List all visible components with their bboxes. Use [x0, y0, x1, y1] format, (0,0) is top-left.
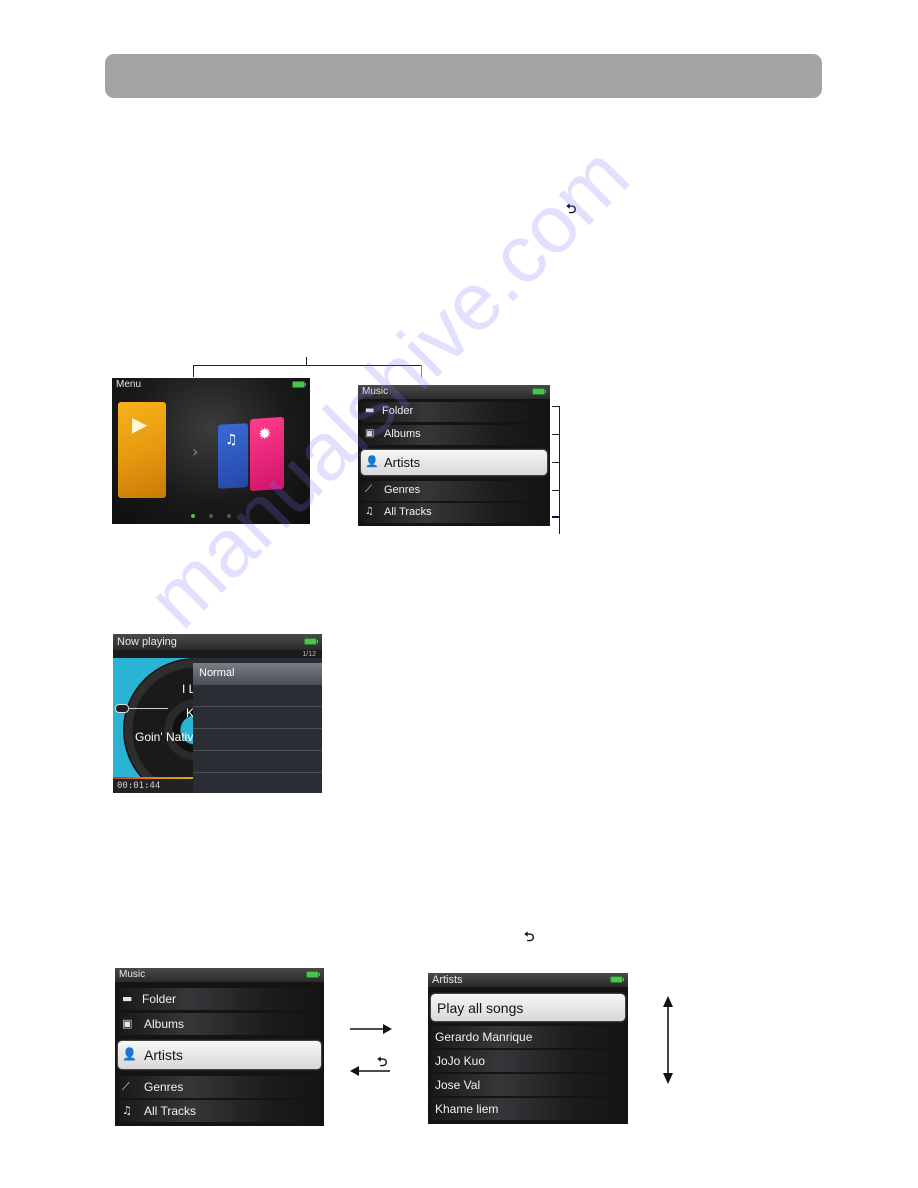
list-item-albums[interactable]: ▣ Albums [361, 425, 547, 445]
popup-option[interactable] [193, 751, 322, 773]
list-item-label: JoJo Kuo [435, 1054, 486, 1068]
folder-icon: ▬ [122, 992, 133, 1005]
popup-option[interactable] [193, 729, 322, 751]
guitar-icon: ⟋ [365, 484, 372, 495]
list-item-all-tracks[interactable]: ♫ All Tracks [361, 503, 547, 523]
list-item-label: Play all songs [437, 1000, 524, 1016]
list-item-folder[interactable]: ▬ Folder [361, 402, 547, 422]
popup-option[interactable] [193, 685, 322, 707]
now-playing-title: Now playing [113, 634, 322, 650]
page-dot [227, 514, 231, 518]
battery-icon [307, 972, 320, 977]
list-item-label: Albums [384, 428, 421, 440]
callout-tick [552, 462, 560, 463]
guitar-icon: ⟋ [122, 1080, 130, 1093]
music-title: Music [358, 385, 550, 399]
list-item-label: Albums [144, 1017, 185, 1031]
np-info-strip [113, 650, 322, 658]
list-item-label: Genres [384, 484, 421, 496]
bracket-left-leg [193, 365, 194, 377]
list-item-genres[interactable]: ⟋ Genres [118, 1076, 321, 1098]
music-screen-top: Music ▬ Folder ▣ Albums 👤 Artists ⟋ Genr… [358, 385, 550, 526]
callout-tick [552, 434, 560, 435]
list-item-artists[interactable]: 👤 Artists [361, 450, 547, 475]
navigation-arrows [350, 1024, 392, 1076]
list-item-albums[interactable]: ▣ Albums [118, 1013, 321, 1035]
album-icon: ▣ [365, 428, 375, 439]
music-note-icon: ♫ [122, 1104, 132, 1117]
music-note-icon: ♫ [225, 431, 238, 449]
callout-vertical-line [559, 406, 560, 534]
music-note-icon: ♫ [365, 506, 374, 517]
artist-icon: 👤 [365, 455, 379, 468]
artists-title: Artists [428, 973, 628, 987]
list-item-folder[interactable]: ▬ Folder [118, 988, 321, 1010]
list-item-label: Gerardo Manrique [435, 1030, 533, 1044]
list-item-all-tracks[interactable]: ♫ All Tracks [118, 1100, 321, 1122]
back-arrow-icon: ⮌ [566, 202, 577, 217]
list-item-label: Jose Val [435, 1078, 481, 1092]
list-item-label: Folder [382, 405, 414, 417]
list-item-artist[interactable]: JoJo Kuo [431, 1050, 625, 1072]
page-dot [209, 514, 213, 518]
bracket-stem [306, 357, 307, 365]
page-dot-active [191, 514, 195, 518]
artists-screen: Artists Play all songs Gerardo Manrique … [428, 973, 628, 1124]
callout-tick [552, 406, 560, 407]
battery-icon [533, 389, 546, 394]
page-indicator [112, 514, 310, 518]
menu-card-music[interactable]: ♫ [218, 423, 248, 489]
forward-arrow-icon [350, 1024, 392, 1034]
popup-option-normal[interactable]: Normal [193, 663, 322, 685]
menu-card-play[interactable]: ▶ [118, 402, 166, 498]
battery-icon [305, 639, 318, 644]
play-mode-popup: Normal [193, 658, 322, 793]
album-fragment: Goin' Nativ [135, 730, 194, 744]
callout-tick [552, 516, 560, 518]
popup-option[interactable] [193, 773, 322, 793]
popup-option[interactable] [193, 707, 322, 729]
list-item-label: Artists [144, 1047, 183, 1063]
list-item-artists[interactable]: 👤 Artists [118, 1041, 321, 1069]
list-item-label: All Tracks [144, 1104, 197, 1118]
callout-tick [552, 490, 560, 491]
slider-knob[interactable] [115, 704, 129, 713]
slider-line [128, 708, 168, 709]
back-arrow-icon: ⮌ [524, 930, 535, 945]
battery-icon [293, 382, 306, 387]
bracket-horizontal [193, 365, 422, 366]
album-icon: ▣ [122, 1017, 133, 1030]
battery-icon [611, 977, 624, 982]
list-item-artist[interactable]: Khame liem [431, 1098, 625, 1120]
list-item-artist[interactable]: Gerardo Manrique [431, 1026, 625, 1048]
music-title: Music [115, 968, 324, 982]
scroll-up-down-arrow-icon [663, 996, 673, 1084]
menu-card-settings[interactable]: ✹ [250, 416, 284, 492]
artist-icon: 👤 [122, 1047, 137, 1061]
list-item-label: Folder [142, 992, 177, 1006]
music-screen-bottom: Music ▬ Folder ▣ Albums 👤 Artists ⟋ Genr… [115, 968, 324, 1126]
gear-icon: ✹ [258, 423, 272, 444]
chevron-right-icon: › [192, 442, 199, 461]
list-item-label: All Tracks [384, 506, 432, 518]
play-icon: ▶ [132, 412, 148, 436]
menu-title: Menu [116, 379, 142, 390]
list-item-label: Khame liem [435, 1102, 499, 1116]
menu-screen: Menu ▶ › ♫ ✹ [112, 378, 310, 524]
list-item-label: Artists [384, 455, 421, 470]
bracket-right-leg [421, 365, 422, 377]
elapsed-time: 00:01:44 [113, 779, 197, 793]
list-item-play-all-songs[interactable]: Play all songs [431, 994, 625, 1021]
list-item-artist[interactable]: Jose Val [431, 1074, 625, 1096]
track-counter: 1/12 [302, 651, 316, 658]
back-button-icon: ⮌ [377, 1055, 388, 1070]
list-item-label: Genres [144, 1080, 184, 1094]
folder-icon: ▬ [365, 405, 375, 416]
list-item-genres[interactable]: ⟋ Genres [361, 481, 547, 501]
section-header-bar [105, 54, 822, 98]
now-playing-screen: Now playing 1/12 I L K Goin' Nativ 00:01… [113, 634, 322, 793]
